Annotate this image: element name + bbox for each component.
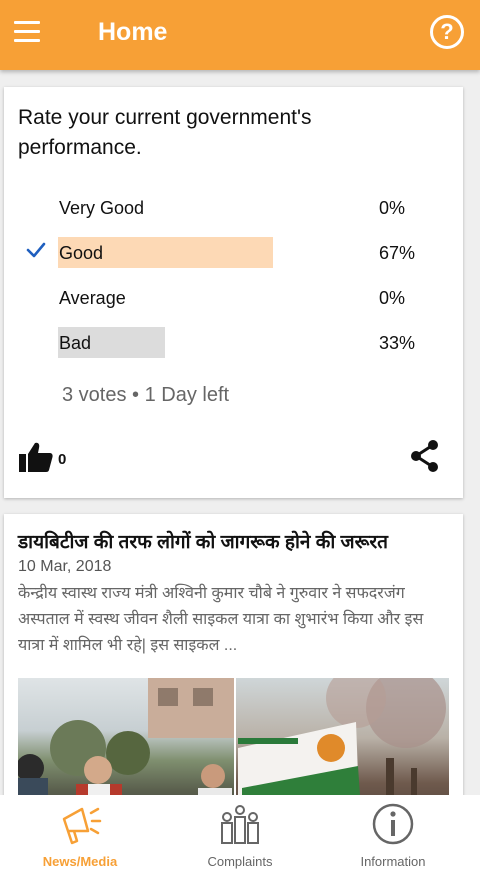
poll-option-label: Good [59, 243, 104, 263]
poll-option-label: Bad [59, 333, 92, 353]
poll-option-very-good[interactable]: Very Good 0% [4, 190, 463, 226]
poll-option-percent: 33% [379, 333, 416, 353]
poll-meta: 3 votes • 1 Day left [62, 384, 230, 406]
help-circle-icon[interactable]: ? [430, 15, 464, 49]
info-icon [372, 803, 414, 845]
nav-news-media[interactable]: News/Media [0, 795, 160, 883]
news-card[interactable]: डायबिटीज की तरफ लोगों को जागरूक होने की … [4, 514, 463, 814]
nav-label: News/Media [42, 854, 118, 869]
poll-option-good[interactable]: Good 67% [4, 235, 463, 271]
bottom-navigation: News/Media Complaints Information [0, 795, 480, 883]
complaints-icon [221, 805, 259, 844]
poll-option-percent: 0% [379, 288, 406, 308]
like-count: 0 [58, 451, 67, 468]
banner-photo-shapes [238, 678, 446, 814]
news-title: डायबिटीज की तरफ लोगों को जागरूक होने की … [18, 532, 389, 553]
share-icon[interactable] [409, 439, 441, 473]
poll-option-percent: 0% [379, 198, 406, 218]
hamburger-menu-icon[interactable] [14, 21, 40, 43]
crowd-photo-shapes [18, 678, 234, 814]
app-bar: Home ? [0, 0, 480, 70]
news-excerpt: केन्द्रीय स्वास्थ राज्य मंत्री अश्विनी क… [18, 585, 424, 654]
nav-label: Complaints [207, 854, 273, 869]
poll-question: Rate your current government's performan… [18, 106, 312, 159]
news-date: 10 Mar, 2018 [18, 558, 112, 575]
page-title: Home [98, 18, 168, 46]
thumbs-up-icon[interactable] [18, 441, 54, 473]
poll-option-label: Average [59, 288, 126, 308]
news-photo [18, 678, 234, 814]
poll-option-label: Very Good [59, 198, 145, 218]
nav-information[interactable]: Information [313, 795, 473, 883]
poll-option-average[interactable]: Average 0% [4, 280, 463, 316]
megaphone-icon [62, 807, 102, 845]
news-photo [236, 678, 449, 814]
poll-option-percent: 67% [379, 243, 416, 263]
checkmark-icon [26, 242, 46, 258]
nav-complaints[interactable]: Complaints [160, 795, 320, 883]
nav-label: Information [360, 854, 426, 869]
poll-card: Rate your current government's performan… [4, 87, 463, 498]
poll-option-bad[interactable]: Bad 33% [4, 325, 463, 361]
